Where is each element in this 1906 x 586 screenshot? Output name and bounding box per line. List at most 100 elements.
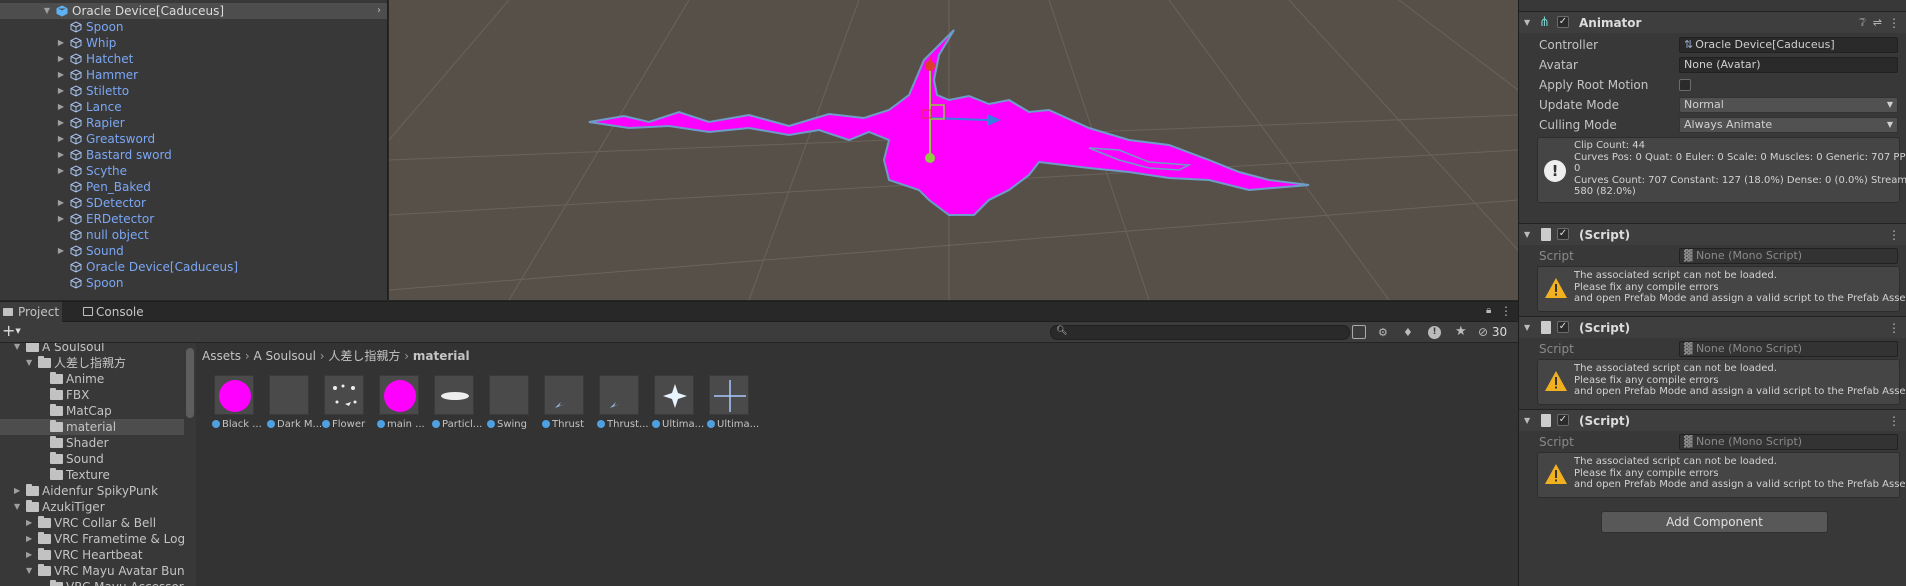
- foldout-collapsed-icon[interactable]: ▶: [56, 211, 66, 227]
- foldout-collapsed-icon[interactable]: ▶: [56, 195, 66, 211]
- folder-tree-item[interactable]: ▶ VRC Frametime & Logic: [0, 531, 184, 547]
- animator-enabled-checkbox[interactable]: ✓: [1557, 16, 1569, 28]
- search-input[interactable]: 🔍︎: [1050, 325, 1350, 340]
- foldout-collapsed-icon[interactable]: ▶: [26, 547, 32, 563]
- script-field[interactable]: ▓ None (Mono Script): [1679, 248, 1898, 264]
- breadcrumb-item[interactable]: Assets: [202, 349, 241, 363]
- folder-tree-item[interactable]: Texture: [0, 467, 184, 483]
- foldout-collapsed-icon[interactable]: ▶: [56, 51, 66, 67]
- foldout-expanded-icon[interactable]: ▼: [14, 499, 20, 515]
- script-component-header[interactable]: ▼ ✓ ⋮ (Script): [1519, 409, 1906, 431]
- filter-by-label-icon[interactable]: ⚙: [1378, 326, 1388, 339]
- hierarchy-item[interactable]: ▼ Oracle Device[Caduceus] ›: [0, 3, 387, 19]
- lock-icon[interactable]: 🔒︎: [1486, 306, 1496, 316]
- kebab-menu-icon[interactable]: ⋮: [1888, 228, 1900, 242]
- root-motion-checkbox[interactable]: [1679, 79, 1691, 91]
- foldout-collapsed-icon[interactable]: ▶: [56, 163, 66, 179]
- hierarchy-item[interactable]: Oracle Device[Caduceus]: [0, 259, 387, 275]
- foldout-expanded-icon[interactable]: ▼: [42, 3, 52, 19]
- folder-tree-item[interactable]: Shader: [0, 435, 184, 451]
- foldout-collapsed-icon[interactable]: ▶: [26, 515, 32, 531]
- foldout-collapsed-icon[interactable]: ▶: [56, 67, 66, 83]
- hierarchy-item[interactable]: null object: [0, 227, 387, 243]
- kebab-menu-icon[interactable]: ⋮: [1500, 304, 1512, 318]
- hierarchy-item[interactable]: ▶ Hammer: [0, 67, 387, 83]
- favorite-star-icon[interactable]: ★: [1455, 324, 1467, 339]
- foldout-expanded-icon[interactable]: ▼: [26, 355, 32, 371]
- foldout-arrow-icon[interactable]: ▼: [1524, 230, 1530, 239]
- breadcrumb-item[interactable]: A Soulsoul: [254, 349, 316, 363]
- filter-by-type-icon[interactable]: [1352, 325, 1366, 339]
- kebab-menu-icon[interactable]: ⋮: [1888, 16, 1900, 30]
- hierarchy-item[interactable]: ▶ Whip: [0, 35, 387, 51]
- tab-console[interactable]: Console: [64, 302, 144, 322]
- foldout-collapsed-icon[interactable]: ▶: [56, 99, 66, 115]
- folder-tree-item[interactable]: ▼ VRC Mayu Avatar Bundle: [0, 563, 184, 579]
- script-component-header[interactable]: ▼ ✓ ⋮ (Script): [1519, 223, 1906, 245]
- hierarchy-item[interactable]: ▶ SDetector: [0, 195, 387, 211]
- foldout-collapsed-icon[interactable]: ▶: [14, 483, 20, 499]
- foldout-collapsed-icon[interactable]: ▶: [56, 131, 66, 147]
- prefab-open-arrow-icon[interactable]: ›: [377, 3, 381, 19]
- folder-tree-scrollbar[interactable]: [186, 348, 194, 418]
- folder-tree-item[interactable]: ▶ VRC Heartbeat: [0, 547, 184, 563]
- log-icon[interactable]: !: [1428, 326, 1441, 339]
- foldout-collapsed-icon[interactable]: ▶: [26, 531, 32, 547]
- avatar-field[interactable]: None (Avatar): [1679, 57, 1898, 73]
- scene-canvas[interactable]: [389, 0, 1518, 300]
- hierarchy-item[interactable]: Spoon: [0, 19, 387, 35]
- folder-tree-item[interactable]: ▼ 人差し指親方: [0, 355, 184, 371]
- folder-tree-item[interactable]: material: [0, 419, 184, 435]
- animator-header[interactable]: ▼ ⋔ ✓ Animator ❔︎ ⇌ ⋮: [1519, 11, 1906, 33]
- hierarchy-item[interactable]: Pen_Baked: [0, 179, 387, 195]
- add-component-button[interactable]: Add Component: [1601, 511, 1828, 533]
- search-field[interactable]: [1069, 326, 1339, 339]
- script-field[interactable]: ▓ None (Mono Script): [1679, 341, 1898, 357]
- foldout-collapsed-icon[interactable]: ▶: [56, 243, 66, 259]
- preset-icon[interactable]: ⇌: [1873, 16, 1882, 29]
- script-enabled-checkbox[interactable]: ✓: [1557, 414, 1569, 426]
- breadcrumb-item[interactable]: material: [413, 349, 470, 363]
- folder-tree-item[interactable]: VRC Mayu Accessories: [0, 579, 184, 586]
- create-button[interactable]: +▼: [2, 323, 22, 341]
- hierarchy-item[interactable]: Spoon: [0, 275, 387, 291]
- kebab-menu-icon[interactable]: ⋮: [1888, 414, 1900, 428]
- folder-tree-item[interactable]: FBX: [0, 387, 184, 403]
- foldout-collapsed-icon[interactable]: ▶: [56, 115, 66, 131]
- folder-tree-item[interactable]: ▶ VRC Collar & Bell: [0, 515, 184, 531]
- foldout-arrow-icon[interactable]: ▼: [1524, 416, 1530, 425]
- folder-tree-item[interactable]: Anime: [0, 371, 184, 387]
- hierarchy-item[interactable]: ▶ Rapier: [0, 115, 387, 131]
- culling-mode-dropdown[interactable]: Always Animate ▼: [1679, 117, 1898, 133]
- foldout-collapsed-icon[interactable]: ▶: [56, 35, 66, 51]
- script-enabled-checkbox[interactable]: ✓: [1557, 321, 1569, 333]
- help-icon[interactable]: ❔︎: [1859, 16, 1866, 30]
- foldout-arrow-icon[interactable]: ▼: [1524, 18, 1530, 27]
- folder-tree-item[interactable]: Sound: [0, 451, 184, 467]
- breadcrumb-item[interactable]: 人差し指親方: [328, 349, 400, 363]
- hierarchy-item[interactable]: ▶ Stiletto: [0, 83, 387, 99]
- kebab-menu-icon[interactable]: ⋮: [1888, 321, 1900, 335]
- hierarchy-item[interactable]: ▶ Scythe: [0, 163, 387, 179]
- tag-icon[interactable]: ♦: [1403, 326, 1413, 339]
- hierarchy-item[interactable]: ▶ Sound: [0, 243, 387, 259]
- scene-view[interactable]: [389, 0, 1518, 300]
- folder-tree-item[interactable]: ▼ A Soulsoul: [0, 343, 184, 355]
- controller-field[interactable]: ⇅ Oracle Device[Caduceus]: [1679, 37, 1898, 53]
- update-mode-dropdown[interactable]: Normal ▼: [1679, 97, 1898, 113]
- hierarchy-item[interactable]: ▶ Lance: [0, 99, 387, 115]
- script-field[interactable]: ▓ None (Mono Script): [1679, 434, 1898, 450]
- foldout-arrow-icon[interactable]: ▼: [1524, 323, 1530, 332]
- folder-tree-item[interactable]: MatCap: [0, 403, 184, 419]
- folder-tree-item[interactable]: ▼ AzukiTiger: [0, 499, 184, 515]
- foldout-collapsed-icon[interactable]: ▶: [56, 147, 66, 163]
- hidden-packages-button[interactable]: ⊘ 30: [1478, 325, 1507, 339]
- foldout-expanded-icon[interactable]: ▼: [26, 563, 32, 579]
- hierarchy-item[interactable]: ▶ Hatchet: [0, 51, 387, 67]
- folder-tree-item[interactable]: ▶ Aidenfur SpikyPunk: [0, 483, 184, 499]
- hierarchy-item[interactable]: ▶ Greatsword: [0, 131, 387, 147]
- hierarchy-item[interactable]: ▶ Bastard sword: [0, 147, 387, 163]
- script-component-header[interactable]: ▼ ✓ ⋮ (Script): [1519, 316, 1906, 338]
- script-enabled-checkbox[interactable]: ✓: [1557, 228, 1569, 240]
- foldout-expanded-icon[interactable]: ▼: [14, 343, 20, 355]
